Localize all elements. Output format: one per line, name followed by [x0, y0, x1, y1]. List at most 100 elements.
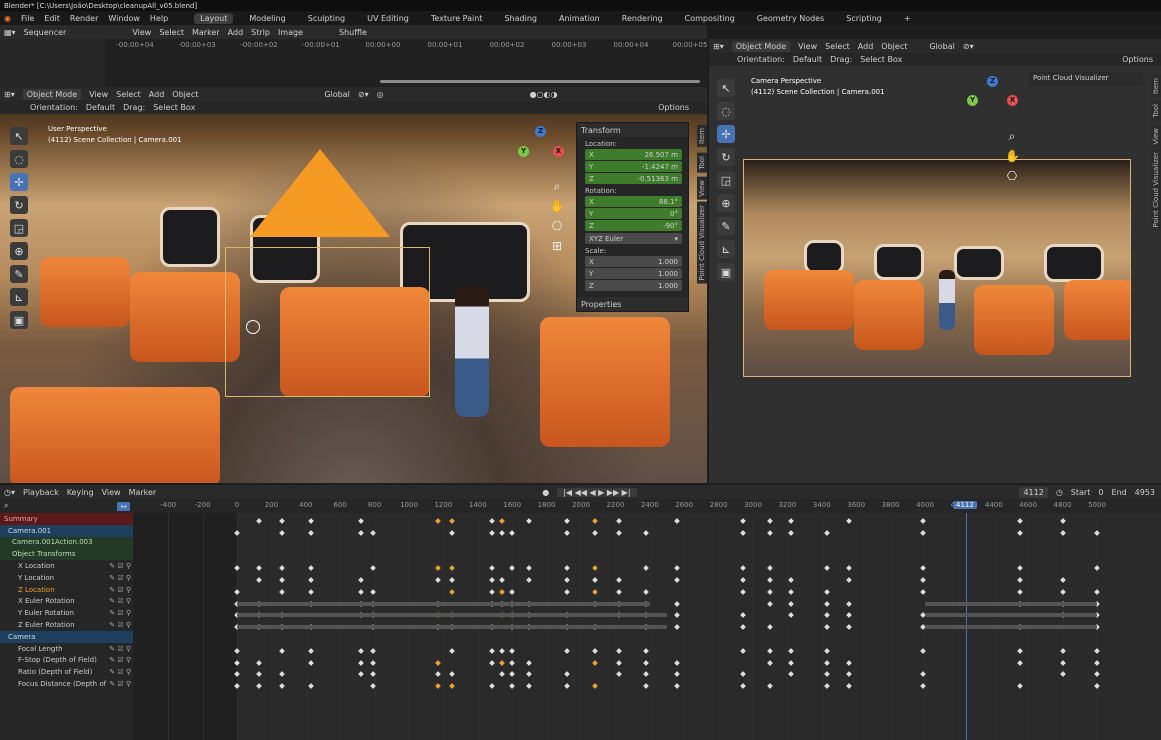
playback-controls-icon[interactable]: |◀ ◀◀ ◀ ▶ ▶▶ ▶| [557, 487, 637, 497]
filter-toggle-icon[interactable]: ↔ [117, 501, 130, 511]
workspace-tab-modeling[interactable]: Modeling [243, 13, 291, 24]
sequencer-scrollbar[interactable] [380, 80, 700, 83]
channel-toggle-icons[interactable]: ✎ ☑ ⚲ [109, 574, 131, 582]
seq-menu-marker[interactable]: Marker [192, 28, 220, 37]
channel-toggle-icons[interactable]: ✎ ☑ ⚲ [109, 562, 131, 570]
location-x-field[interactable]: X 26.507 m [585, 149, 682, 160]
playhead-frame-badge[interactable]: 4112 [953, 501, 977, 509]
gizmo-x-axis[interactable]: X [1007, 95, 1018, 106]
properties-subpanel[interactable]: Properties [577, 297, 688, 311]
menu-file[interactable]: File [21, 14, 34, 23]
scale-y-field[interactable]: Y 1.000 [585, 268, 682, 279]
vp-menu-select[interactable]: Select [825, 42, 850, 51]
pan-hand-icon[interactable]: ✋ [1005, 149, 1020, 163]
channel-toggle-icons[interactable]: ✎ ☑ ⚲ [109, 597, 131, 605]
editor-type-icon[interactable]: ◷▾ [4, 488, 15, 497]
grid-view-icon[interactable]: ⊞ [550, 239, 564, 253]
drag-dropdown[interactable]: Select Box [860, 55, 902, 64]
channel-toggle-icons[interactable]: ✎ ☑ ⚲ [109, 645, 131, 653]
seq-menu-image[interactable]: Image [278, 28, 303, 37]
add-cube-tool-icon[interactable]: ▣ [10, 311, 28, 329]
annotate-tool-icon[interactable]: ✎ [717, 217, 735, 235]
channel-toggle-icons[interactable]: ✎ ☑ ⚲ [109, 609, 131, 617]
channel-toggle-icons[interactable]: ✎ ☑ ⚲ [109, 656, 131, 664]
select-tool-icon[interactable]: ↖ [10, 127, 28, 145]
cursor-tool-icon[interactable]: ◌ [717, 102, 735, 120]
view-menu[interactable]: View [102, 488, 121, 497]
vp-menu-add[interactable]: Add [858, 42, 874, 51]
seq-menu-add[interactable]: Add [228, 28, 244, 37]
scale-tool-icon[interactable]: ◲ [10, 219, 28, 237]
channel-row[interactable]: Focal Length ✎ ☑ ⚲ [0, 643, 133, 655]
workspace-tab-animation[interactable]: Animation [553, 13, 606, 24]
add-cube-tool-icon[interactable]: ▣ [717, 263, 735, 281]
object-mode-dropdown[interactable]: Object Mode [22, 88, 82, 100]
sidebar-tab-tool[interactable]: Tool [697, 153, 707, 173]
channel-row[interactable]: X Euler Rotation ✎ ☑ ⚲ [0, 596, 133, 608]
workspace-tab-layout[interactable]: Layout [194, 12, 234, 24]
sidebar-tab-tool[interactable]: Tool [1151, 101, 1161, 121]
rotate-tool-icon[interactable]: ↻ [717, 148, 735, 166]
snap-icon[interactable]: ⊘▾ [358, 90, 369, 99]
channel-toggle-icons[interactable]: ✎ ☑ ⚲ [109, 680, 131, 688]
zoom-icon[interactable]: ⌕ [1005, 129, 1019, 143]
camera-view-icon[interactable]: ⎔ [1005, 169, 1019, 183]
vp-menu-object[interactable]: Object [172, 90, 198, 99]
channel-row[interactable]: Ratio (Depth of Field) ✎ ☑ ⚲ [0, 666, 133, 678]
current-frame-field[interactable]: 4112 [1019, 486, 1048, 498]
rotation-z-field[interactable]: Z -90° [585, 220, 682, 231]
object-mode-dropdown[interactable]: Object Mode [731, 40, 791, 52]
channel-toggle-icons[interactable]: ✎ ☑ ⚲ [109, 586, 131, 594]
workspace-tab-rendering[interactable]: Rendering [616, 13, 669, 24]
sidebar-tab-point-cloud[interactable]: Point Cloud Visualizer [1151, 149, 1161, 231]
channel-row[interactable]: Summary [0, 513, 133, 525]
workspace-tab-shading[interactable]: Shading [498, 13, 543, 24]
channel-row[interactable]: Focus Distance (Depth of ✎ ☑ ⚲ [0, 678, 133, 690]
point-cloud-visualizer-panel[interactable]: Point Cloud Visualizer [1029, 72, 1143, 86]
editor-type-icon[interactable]: ⊞▾ [713, 42, 724, 51]
drag-dropdown[interactable]: Select Box [153, 103, 195, 112]
gizmo-z-axis[interactable]: Z [535, 126, 546, 137]
channel-toggle-icons[interactable]: ✎ ☑ ⚲ [109, 621, 131, 629]
gizmo-y-axis[interactable]: Y [518, 146, 529, 157]
channel-row[interactable]: Y Location ✎ ☑ ⚲ [0, 572, 133, 584]
move-tool-icon[interactable]: ✢ [717, 125, 735, 143]
cursor-tool-icon[interactable]: ◌ [10, 150, 28, 168]
keyframe-area[interactable]: -400 -200 0 200 400 600 800 1000 1200 1400 1600 180… [133, 499, 1161, 740]
shading-solid-icon[interactable]: ●○◐◑ [530, 90, 558, 99]
camera-view-icon[interactable]: ⎔ [550, 219, 564, 233]
location-z-field[interactable]: Z -0.51363 m [585, 173, 682, 184]
location-y-field[interactable]: Y -1.4247 m [585, 161, 682, 172]
end-frame-field[interactable]: 4953 [1135, 488, 1155, 497]
seq-menu-select[interactable]: Select [159, 28, 184, 37]
seq-menu-strip[interactable]: Strip [251, 28, 270, 37]
orientation-dropdown[interactable]: Default [793, 55, 822, 64]
workspace-tab-sculpting[interactable]: Sculpting [302, 13, 351, 24]
sidebar-tab-view[interactable]: View [697, 177, 707, 200]
sidebar-tab-point-cloud[interactable]: Point Cloud Visualizer [697, 202, 707, 284]
workspace-tab-uv-editing[interactable]: UV Editing [361, 13, 415, 24]
channel-row[interactable]: Camera [0, 630, 133, 643]
pan-hand-icon[interactable]: ✋ [550, 199, 565, 213]
workspace-tab-scripting[interactable]: Scripting [840, 13, 888, 24]
rotation-mode-dropdown[interactable]: XYZ Euler ▾ [585, 233, 682, 244]
shuffle-dropdown[interactable]: Shuffle [339, 28, 367, 37]
rotation-y-field[interactable]: Y 0° [585, 208, 682, 219]
gizmo-y-axis[interactable]: Y [967, 95, 978, 106]
vp-menu-add[interactable]: Add [149, 90, 165, 99]
search-icon[interactable]: ⌕ [4, 501, 8, 511]
transform-tool-icon[interactable]: ⊕ [10, 242, 28, 260]
transform-orientation-dropdown[interactable]: Global [929, 42, 955, 51]
transform-panel-title[interactable]: Transform [581, 126, 621, 135]
marker-menu[interactable]: Marker [129, 488, 157, 497]
menu-edit[interactable]: Edit [44, 14, 60, 23]
sidebar-tab-view[interactable]: View [1151, 125, 1161, 148]
vp-menu-view[interactable]: View [89, 90, 108, 99]
keying-menu[interactable]: Keying [67, 488, 94, 497]
seq-menu-view[interactable]: View [132, 28, 151, 37]
channel-row[interactable]: Z Location ✎ ☑ ⚲ [0, 584, 133, 596]
blender-logo-icon[interactable]: ◉ [4, 14, 11, 23]
transform-tool-icon[interactable]: ⊕ [717, 194, 735, 212]
channel-row[interactable]: F-Stop (Depth of Field) ✎ ☑ ⚲ [0, 655, 133, 667]
workspace-tab-texture-paint[interactable]: Texture Paint [425, 13, 489, 24]
